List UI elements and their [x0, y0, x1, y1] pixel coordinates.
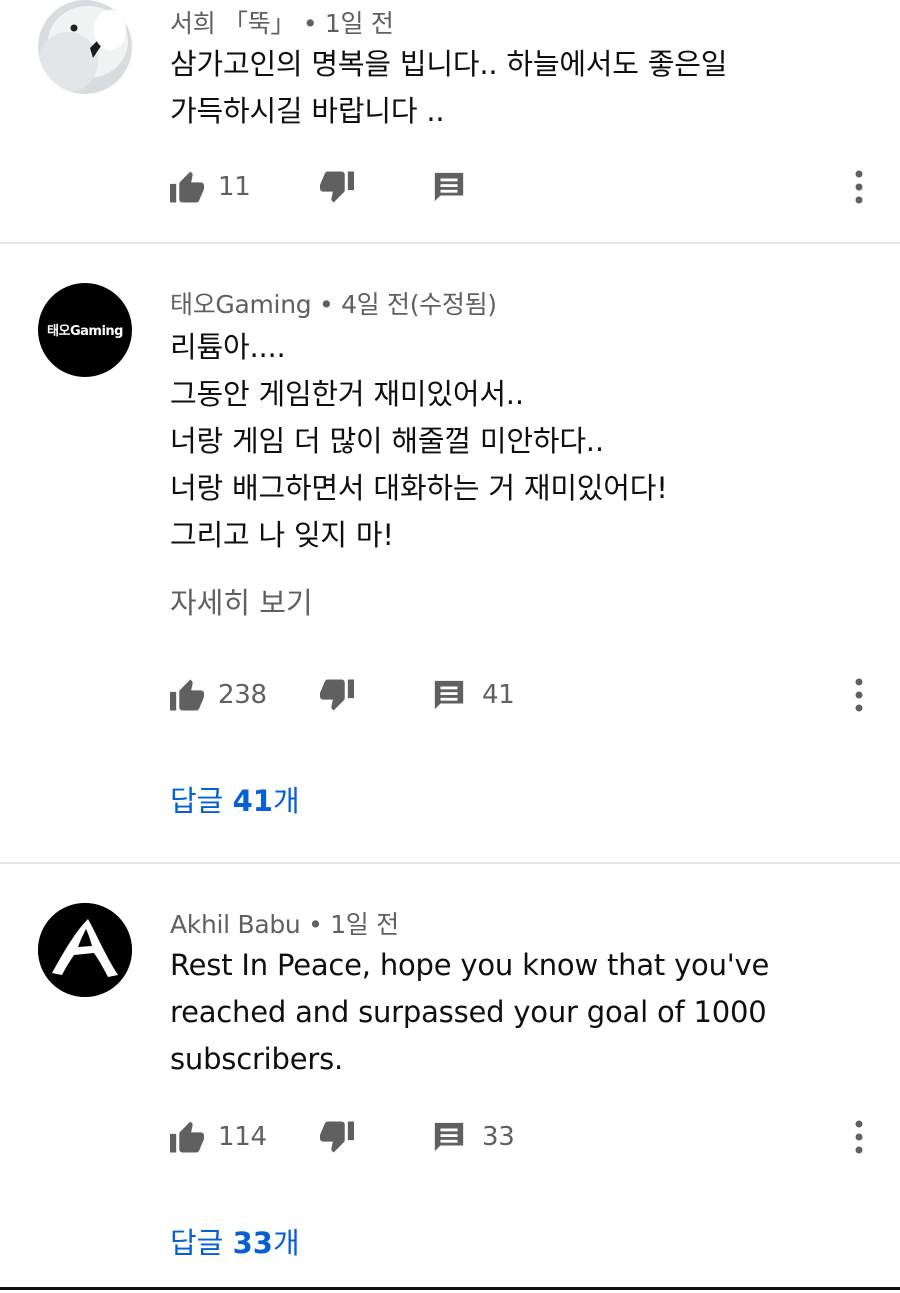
like-button[interactable]: 238: [168, 675, 267, 715]
more-options-button[interactable]: [848, 1117, 870, 1157]
comment-time[interactable]: 4일 전(수정됨): [341, 290, 497, 319]
divider: [0, 1287, 900, 1290]
reply-button[interactable]: 33: [432, 1117, 515, 1157]
divider: [0, 242, 900, 244]
comment-actions: 11: [168, 167, 868, 207]
avatar-letter-a-logo: [38, 903, 132, 997]
replies-prefix: 답글: [170, 1226, 233, 1260]
reply-button[interactable]: [432, 167, 466, 207]
avatar-bird-image: [38, 0, 132, 94]
more-options-button[interactable]: [848, 675, 870, 715]
replies-number: 41: [232, 784, 273, 818]
replies-prefix: 답글: [170, 784, 233, 818]
show-more-link[interactable]: 자세히 보기: [170, 580, 313, 622]
reply-count: 41: [482, 680, 515, 710]
avatar-text: 태오Gaming: [47, 324, 123, 339]
comment-line: reached and surpassed your goal of 1000: [170, 995, 767, 1029]
more-vert-icon: [855, 1120, 863, 1154]
divider: [0, 862, 900, 864]
comment-meta: Akhil Babu • 1일 전: [170, 905, 399, 941]
comment-line: 그동안 게임한거 재미있어서..: [170, 377, 524, 411]
comment-line: 삼가고인의 명복을 빕니다.. 하늘에서도 좋은일: [170, 47, 728, 81]
thumbs-down-icon: [320, 679, 354, 711]
comment-meta: 태오Gaming • 4일 전(수정됨): [170, 285, 497, 321]
thumbs-up-icon: [170, 171, 204, 203]
avatar[interactable]: 태오Gaming: [38, 283, 132, 377]
more-vert-icon: [855, 678, 863, 712]
thumbs-up-icon: [170, 1121, 204, 1153]
thumbs-down-icon: [320, 171, 354, 203]
like-count: 114: [218, 1122, 267, 1152]
comment-time[interactable]: 1일 전: [330, 910, 399, 939]
replies-suffix: 개: [272, 1226, 300, 1260]
replies-number: 33: [232, 1226, 273, 1260]
view-replies-button[interactable]: 답글 41개: [170, 778, 300, 820]
like-count: 238: [218, 680, 267, 710]
comment-time[interactable]: 1일 전: [325, 9, 394, 38]
comment-actions: 238 41: [168, 675, 868, 715]
thumbs-down-icon: [320, 1121, 354, 1153]
avatar[interactable]: [38, 903, 132, 997]
reply-count: 33: [482, 1122, 515, 1152]
avatar[interactable]: [38, 0, 132, 94]
separator-dot: •: [302, 9, 325, 38]
comment-text: Rest In Peace, hope you know that you've…: [170, 942, 810, 1083]
more-vert-icon: [855, 170, 863, 204]
author-name[interactable]: 태오Gaming: [170, 290, 312, 319]
comment-actions: 114 33: [168, 1117, 868, 1157]
replies-suffix: 개: [272, 784, 300, 818]
view-replies-button[interactable]: 답글 33개: [170, 1220, 300, 1262]
comment-line: Rest In Peace, hope you know that you've: [170, 948, 770, 982]
separator-dot: •: [308, 910, 331, 939]
author-name[interactable]: 서희 「뚝」: [170, 9, 295, 38]
dislike-button[interactable]: [318, 167, 356, 207]
like-count: 11: [218, 172, 251, 202]
dislike-button[interactable]: [318, 675, 356, 715]
comment-text: 삼가고인의 명복을 빕니다.. 하늘에서도 좋은일 가득하시길 바랍니다 ..: [170, 41, 810, 135]
like-button[interactable]: 11: [168, 167, 251, 207]
comment-icon: [434, 680, 464, 710]
comment-line: 그리고 나 잊지 마!: [170, 518, 394, 552]
dislike-button[interactable]: [318, 1117, 356, 1157]
comment-line: 너랑 배그하면서 대화하는 거 재미있어다!: [170, 471, 668, 505]
reply-button[interactable]: 41: [432, 675, 515, 715]
thumbs-up-icon: [170, 679, 204, 711]
comment-line: 너랑 게임 더 많이 해줄껄 미안하다..: [170, 424, 604, 458]
comment-line: subscribers.: [170, 1042, 344, 1076]
like-button[interactable]: 114: [168, 1117, 267, 1157]
comment-icon: [434, 1122, 464, 1152]
author-name[interactable]: Akhil Babu: [170, 910, 301, 939]
separator-dot: •: [318, 290, 342, 319]
more-options-button[interactable]: [848, 167, 870, 207]
comment-meta: 서희 「뚝」 • 1일 전: [170, 4, 394, 40]
comment-line: 가득하시길 바랍니다 ..: [170, 94, 445, 128]
comment-text: 리튬아.... 그동안 게임한거 재미있어서.. 너랑 게임 더 많이 해줄껄 …: [170, 324, 810, 559]
comment-icon: [434, 172, 464, 202]
comment-line: 리튬아....: [170, 330, 286, 364]
